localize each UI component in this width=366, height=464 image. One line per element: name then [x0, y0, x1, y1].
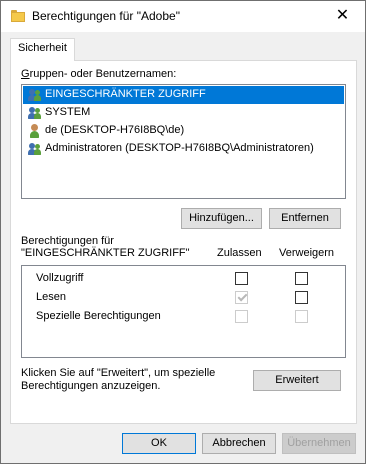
users-listbox[interactable]: EINGESCHRÄNKTER ZUGRIFF SYSTEM de (DESKTOP…: [21, 84, 346, 199]
user-name: EINGESCHRÄNKTER ZUGRIFF: [45, 88, 206, 100]
folder-icon: [11, 10, 25, 22]
group-icon: [28, 142, 42, 156]
add-button[interactable]: Hinzufügen...: [181, 208, 262, 229]
ok-button[interactable]: OK: [122, 433, 196, 454]
permission-name: Lesen: [36, 291, 66, 303]
apply-button-label: Übernehmen: [287, 437, 351, 449]
advanced-button-label: Erweitert: [275, 374, 319, 386]
checkmark-icon: [237, 291, 248, 302]
tab-strip: Sicherheit: [10, 38, 357, 61]
user-list-item[interactable]: Administratoren (DESKTOP-H76I8BQ\Adminis…: [23, 140, 344, 158]
user-icon: [28, 124, 42, 138]
user-list-item[interactable]: EINGESCHRÄNKTER ZUGRIFF: [23, 86, 344, 104]
title-bar: Berechtigungen für "Adobe" ✕: [1, 1, 365, 32]
deny-checkbox[interactable]: [295, 272, 308, 285]
deny-column-header: Verweigern: [279, 247, 335, 259]
allow-column-header: Zulassen: [217, 247, 262, 259]
group-icon: [28, 106, 42, 120]
window-title: Berechtigungen für "Adobe": [32, 9, 180, 23]
permission-name: Spezielle Berechtigungen: [36, 310, 161, 322]
ok-button-label: OK: [151, 437, 167, 449]
permissions-dialog: Berechtigungen für "Adobe" ✕ Sicherheit …: [0, 0, 366, 464]
users-label: Gruppen- oder Benutzernamen:: [21, 68, 177, 80]
user-name: Administratoren (DESKTOP-H76I8BQ\Adminis…: [45, 142, 314, 154]
apply-button[interactable]: Übernehmen: [282, 433, 356, 454]
add-button-label: Hinzufügen...: [189, 212, 254, 224]
advanced-hint: Klicken Sie auf "Erweitert", um speziell…: [21, 367, 216, 392]
user-name: de (DESKTOP-H76I8BQ\de): [45, 124, 185, 136]
allow-checkbox[interactable]: [235, 291, 248, 304]
deny-checkbox[interactable]: [295, 291, 308, 304]
permissions-label-line2: "EINGESCHRÄNKTER ZUGRIFF": [21, 247, 190, 259]
permissions-label-line1: Berechtigungen für: [21, 235, 114, 247]
deny-checkbox[interactable]: [295, 310, 308, 323]
allow-checkbox[interactable]: [235, 272, 248, 285]
remove-button-label: Entfernen: [281, 212, 329, 224]
tab-security[interactable]: Sicherheit: [10, 38, 75, 61]
allow-checkbox[interactable]: [235, 310, 248, 323]
users-label-text: ruppen- oder Benutzernamen:: [29, 68, 177, 80]
close-button[interactable]: ✕: [320, 1, 365, 32]
user-list-item[interactable]: SYSTEM: [23, 104, 344, 122]
permissions-list: Vollzugriff Lesen Spezielle Berechtigungen: [21, 265, 346, 358]
remove-button[interactable]: Entfernen: [269, 208, 341, 229]
cancel-button[interactable]: Abbrechen: [202, 433, 276, 454]
user-list-item[interactable]: de (DESKTOP-H76I8BQ\de): [23, 122, 344, 140]
close-icon: ✕: [335, 7, 350, 24]
permission-name: Vollzugriff: [36, 272, 84, 284]
user-name: SYSTEM: [45, 106, 91, 118]
group-icon: [28, 88, 42, 102]
cancel-button-label: Abbrechen: [212, 437, 266, 449]
advanced-button[interactable]: Erweitert: [253, 370, 341, 391]
